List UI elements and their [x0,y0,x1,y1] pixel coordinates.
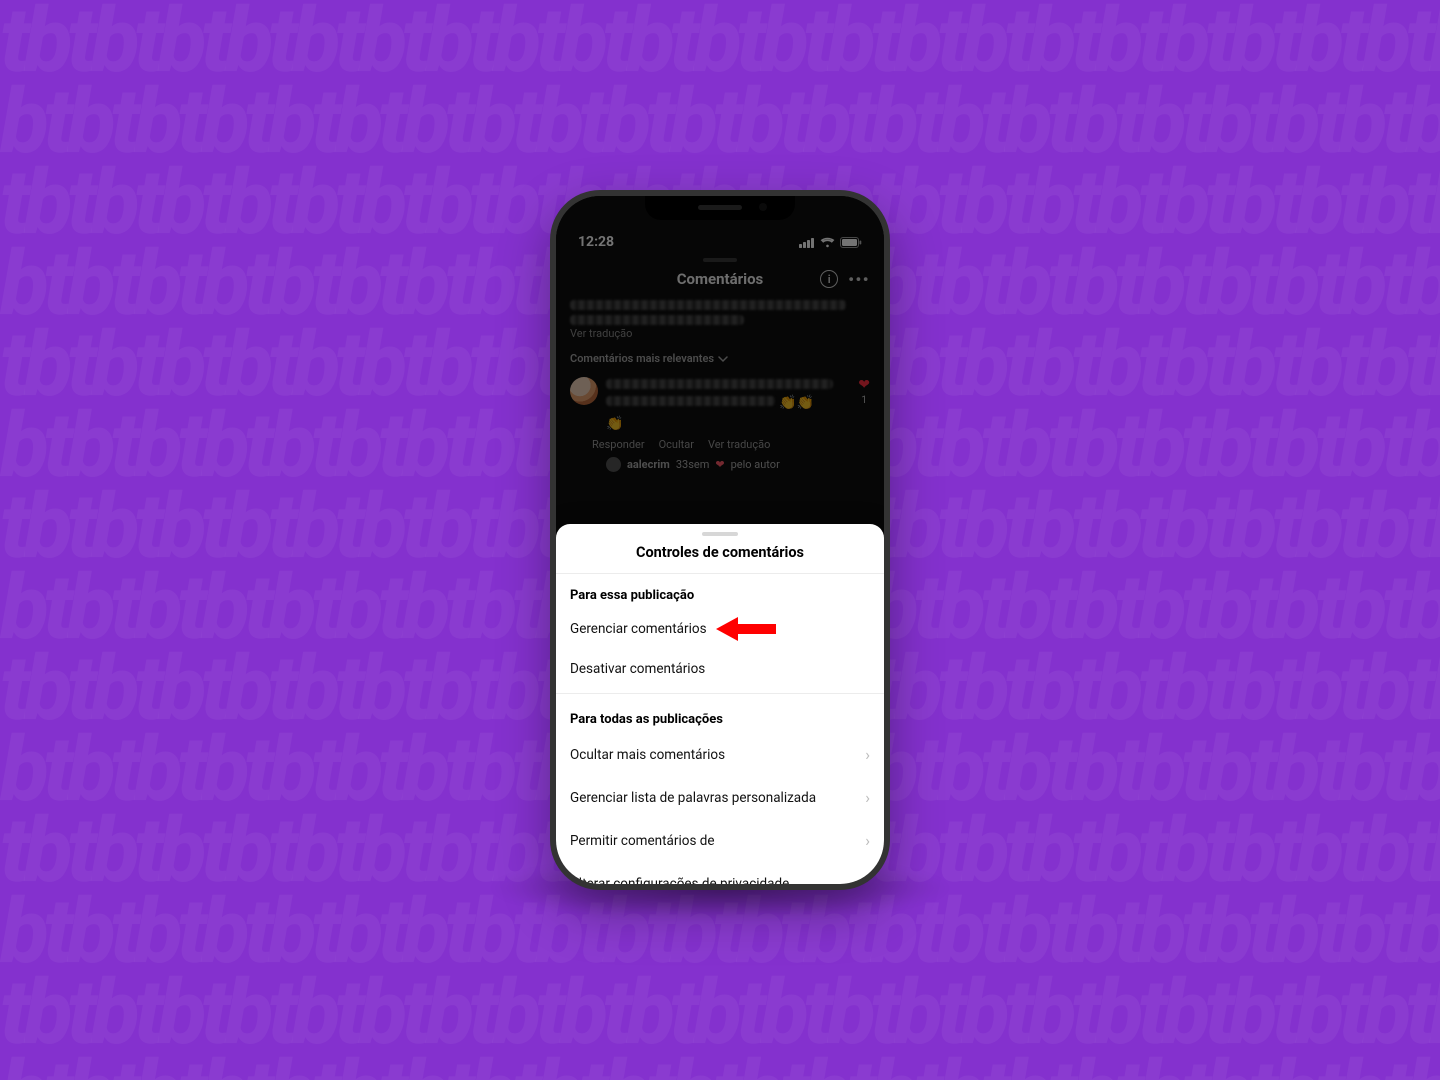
reply-link[interactable]: Responder [592,438,645,451]
hide-more-comments-item[interactable]: Ocultar mais comentários › [556,733,884,776]
section-all-posts: Para todas as publicações [556,698,884,733]
disable-comments-item[interactable]: Desativar comentários [556,649,884,689]
item-label: Desativar comentários [570,661,705,677]
chevron-down-icon [718,354,728,364]
manage-comments-item[interactable]: Gerenciar comentários [556,609,884,649]
chevron-right-icon: › [865,745,870,764]
reply-preview[interactable]: aalecrim 33sem ❤ pelo autor [556,455,884,472]
status-right-icons [799,237,862,248]
phone-mockup: 12:28 Comentários i ••• [550,190,890,890]
item-label: Permitir comentários de [570,833,715,849]
battery-icon [840,237,862,248]
item-label: Ocultar mais comentários [570,747,725,763]
manage-word-list-item[interactable]: Gerenciar lista de palavras personalizad… [556,776,884,819]
hide-link[interactable]: Ocultar [659,438,694,451]
reply-username: aalecrim [627,458,670,471]
clap-emoji-icon: 👏👏 [779,395,814,411]
comment-row: 👏👏 👏 ❤ 1 [556,371,884,432]
inner-sheet-handle [703,258,737,262]
cellular-icon [799,237,815,248]
item-label: Gerenciar lista de palavras personalizad… [570,790,816,806]
comments-header: Comentários i ••• [556,266,884,298]
section-this-post: Para essa publicação [556,574,884,609]
reply-meta: 33sem [676,458,710,471]
item-label: Alterar configurações de privacidade [570,876,789,885]
clap-emoji-icon: 👏 [606,416,623,432]
stage: tbtbtbtbtbtbtbtbtbtbtbtbtbtbtbtbtbtbtbtb… [0,0,1440,1080]
chevron-right-icon: › [865,831,870,850]
status-time: 12:28 [578,234,614,250]
allow-comments-from-item[interactable]: Permitir comentários de › [556,819,884,862]
phone-screen: 12:28 Comentários i ••• [556,196,884,884]
translate-link[interactable]: Ver tradução [708,438,770,451]
info-icon[interactable]: i [820,270,838,288]
comments-header-title: Comentários [677,270,764,288]
phone-body: 12:28 Comentários i ••• [550,190,890,890]
comments-sort[interactable]: Comentários mais relevantes [556,340,884,371]
comment-actions: Responder Ocultar Ver tradução [556,432,884,455]
reply-pelo-autor: pelo autor [731,458,780,471]
item-label: Gerenciar comentários [570,621,707,637]
more-icon[interactable]: ••• [848,270,870,289]
sheet-handle[interactable] [702,532,738,536]
annotation-arrow-icon [716,614,776,644]
phone-notch [645,196,795,220]
heart-icon[interactable]: ❤ [858,377,870,393]
chevron-right-icon: › [865,874,870,884]
comment-controls-sheet: Controles de comentários Para essa publi… [556,524,884,884]
change-privacy-settings-item[interactable]: Alterar configurações de privacidade › [556,862,884,884]
sheet-title: Controles de comentários [556,540,884,574]
heart-icon: ❤ [715,458,724,471]
status-bar: 12:28 [556,232,884,252]
chevron-right-icon: › [865,788,870,807]
avatar[interactable] [570,377,598,405]
avatar [606,457,621,472]
divider [556,693,884,694]
wifi-icon [820,237,835,248]
post-caption: Ver tradução [556,300,884,340]
comments-sort-label: Comentários mais relevantes [570,352,714,365]
translate-link[interactable]: Ver tradução [570,327,870,340]
like-count: 1 [861,395,867,406]
